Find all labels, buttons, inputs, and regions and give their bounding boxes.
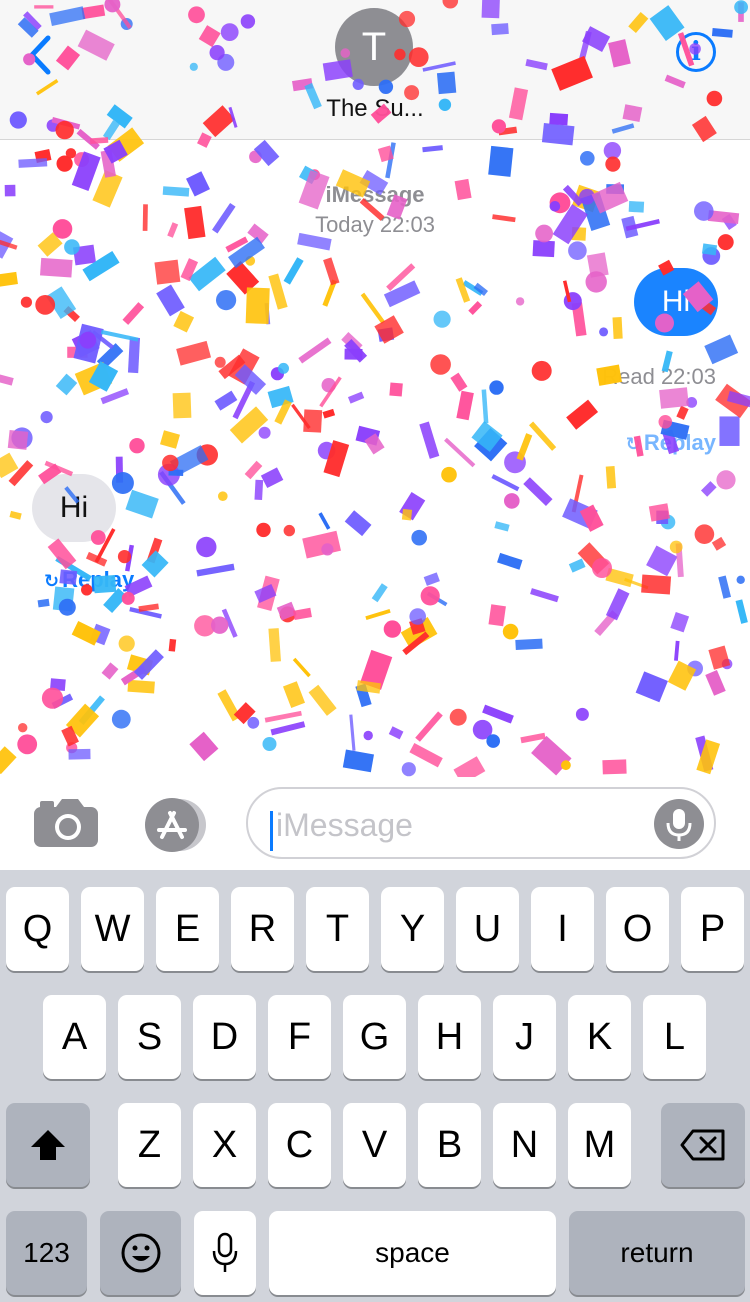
key-k[interactable]: K (568, 995, 631, 1079)
contact-avatar[interactable]: T (335, 8, 413, 86)
key-x[interactable]: X (193, 1103, 256, 1187)
key-c[interactable]: C (268, 1103, 331, 1187)
key-p[interactable]: P (681, 887, 744, 971)
key-b[interactable]: B (418, 1103, 481, 1187)
space-key[interactable]: space (269, 1211, 556, 1295)
conversation-header: T The Su... i (0, 0, 750, 140)
key-l[interactable]: L (643, 995, 706, 1079)
message-input[interactable]: iMessage (246, 787, 716, 859)
key-q[interactable]: Q (6, 887, 69, 971)
camera-icon (34, 799, 98, 847)
dictation-mic-icon (212, 1232, 238, 1272)
replay-button-outgoing[interactable]: ↻ Replay (626, 430, 716, 456)
app-store-button[interactable] (140, 797, 212, 853)
back-chevron-icon (29, 35, 51, 75)
microphone-icon (666, 809, 692, 841)
read-receipt: Read 22:03 (602, 364, 716, 389)
key-h[interactable]: H (418, 995, 481, 1079)
replay-label: Replay (643, 430, 716, 455)
message-placeholder: iMessage (276, 807, 413, 843)
backspace-key[interactable] (661, 1103, 745, 1187)
key-a[interactable]: A (43, 995, 106, 1079)
service-label: iMessage (325, 182, 425, 207)
emoji-icon (121, 1233, 160, 1273)
contact-name[interactable]: The Su... (0, 95, 750, 123)
replay-icon: ↻ (44, 571, 60, 591)
key-w[interactable]: W (81, 887, 144, 971)
numbers-key[interactable]: 123 (6, 1211, 87, 1295)
replay-button-incoming[interactable]: ↻ Replay (44, 567, 134, 593)
key-y[interactable]: Y (381, 887, 444, 971)
back-button[interactable] (22, 30, 62, 80)
backspace-icon (680, 1129, 725, 1161)
outgoing-message-bubble[interactable]: Hi (634, 268, 718, 336)
key-g[interactable]: G (343, 995, 406, 1079)
text-cursor (270, 811, 273, 851)
camera-button[interactable] (32, 797, 100, 849)
replay-label: Replay (62, 567, 135, 592)
key-u[interactable]: U (456, 887, 519, 971)
emoji-key[interactable] (100, 1211, 181, 1295)
key-j[interactable]: J (493, 995, 556, 1079)
app-store-icon (145, 798, 206, 852)
key-o[interactable]: O (606, 887, 669, 971)
thread-timestamp: Today 22:03 (315, 212, 435, 237)
return-key[interactable]: return (569, 1211, 745, 1295)
key-s[interactable]: S (118, 995, 181, 1079)
key-z[interactable]: Z (118, 1103, 181, 1187)
key-t[interactable]: T (306, 887, 369, 971)
dictation-key[interactable] (194, 1211, 256, 1295)
audio-message-button[interactable] (654, 799, 704, 849)
shift-icon (31, 1130, 65, 1160)
keyboard: QWERTYUIOP ASDFGHJKL ZXCVBNM 123 space r… (0, 870, 750, 1302)
replay-icon: ↻ (625, 434, 641, 454)
key-i[interactable]: I (531, 887, 594, 971)
key-e[interactable]: E (156, 887, 219, 971)
key-n[interactable]: N (493, 1103, 556, 1187)
compose-bar: iMessage (0, 777, 750, 870)
message-thread: iMessage Today 22:03 Hi Read 22:03 ↻ Repl… (0, 140, 750, 777)
key-v[interactable]: V (343, 1103, 406, 1187)
shift-key[interactable] (6, 1103, 90, 1187)
key-r[interactable]: R (231, 887, 294, 971)
info-icon[interactable]: i (676, 32, 716, 72)
key-d[interactable]: D (193, 995, 256, 1079)
key-f[interactable]: F (268, 995, 331, 1079)
incoming-message-bubble[interactable]: Hi (32, 474, 116, 542)
key-m[interactable]: M (568, 1103, 631, 1187)
